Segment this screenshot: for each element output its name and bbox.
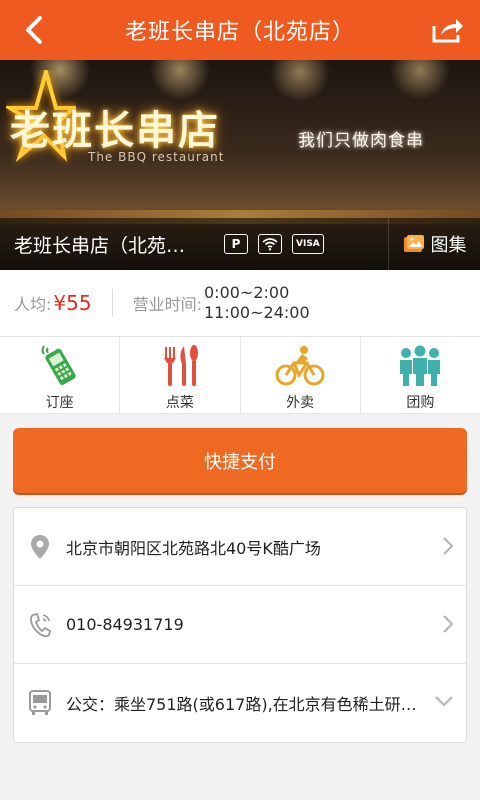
gallery-button[interactable]: 图集 — [388, 218, 480, 270]
page-title: 老班长串店（北苑店） — [124, 20, 355, 45]
sign-slogan-text: 我们只做肉食串 — [298, 131, 424, 151]
reserve-label: 订座 — [45, 395, 74, 411]
hours-line-1: 0:00~2:00 — [204, 283, 290, 302]
sign-main-text: 老班长串店 — [10, 107, 220, 154]
chevron-right-icon — [443, 537, 454, 555]
share-icon — [432, 19, 463, 43]
group-buy-button[interactable]: 团购 — [361, 337, 480, 413]
store-details-card: 北京市朝阳区北苑路北40号K酷广场 010-84931719 公交：乘坐751路… — [13, 507, 467, 743]
order-menu-label: 点菜 — [165, 395, 194, 411]
avg-price-label: 人均: — [14, 295, 52, 314]
amenity-badges: P VISA — [224, 234, 324, 254]
parking-icon: P — [224, 234, 248, 254]
top-bar: 老班长串店（北苑店） — [0, 0, 480, 60]
share-button[interactable] — [428, 12, 468, 48]
order-menu-button[interactable]: 点菜 — [120, 337, 241, 413]
opening-hours: 0:00~2:00 11:00~24:00 — [204, 283, 310, 323]
address-row[interactable]: 北京市朝阳区北苑路北40号K酷广场 — [14, 508, 466, 586]
photo-gallery-icon — [403, 235, 424, 252]
phone-number: 010-84931719 — [66, 615, 184, 634]
group-icon — [400, 345, 441, 386]
hours-label: 营业时间: — [132, 295, 202, 314]
location-pin-icon — [31, 534, 49, 559]
reserve-button[interactable]: 订座 — [0, 337, 121, 413]
avg-price-value: ¥55 — [53, 291, 92, 315]
hours-line-2: 11:00~24:00 — [204, 303, 310, 322]
bus-route-text: 公交：乘坐751路(或617路),在北京有色稀土研究院站下车 — [66, 695, 422, 714]
chevron-right-icon — [443, 615, 454, 633]
phone-icon — [41, 345, 76, 385]
action-grid: 订座 点菜 外卖 团购 — [0, 336, 480, 414]
wifi-icon — [258, 234, 282, 254]
store-info-bar: 老班长串店（北苑店） P VISA 图集 — [0, 218, 480, 270]
back-button[interactable] — [14, 10, 54, 50]
store-name: 老班长串店（北苑店） — [14, 234, 202, 257]
phone-row[interactable]: 010-84931719 — [14, 586, 466, 664]
bicycle-icon — [275, 346, 325, 386]
gallery-label: 图集 — [430, 235, 467, 256]
chevron-down-icon — [435, 696, 453, 707]
price-hours-row: 人均: ¥55 营业时间: 0:00~2:00 11:00~24:00 — [0, 270, 480, 336]
takeout-label: 外卖 — [286, 395, 315, 411]
visa-icon: VISA — [292, 234, 324, 254]
bus-row[interactable]: 公交：乘坐751路(或617路),在北京有色稀土研究院站下车 — [14, 664, 466, 742]
quick-pay-button[interactable]: 快捷支付 — [13, 428, 467, 493]
divider — [111, 289, 113, 317]
takeout-button[interactable]: 外卖 — [241, 337, 361, 413]
bus-icon — [29, 690, 51, 715]
store-photo[interactable]: 老班长串店 The BBQ restaurant 我们只做肉食串 老班长串店（北… — [0, 60, 480, 270]
chevron-left-icon — [26, 16, 42, 44]
address-text: 北京市朝阳区北苑路北40号K酷广场 — [66, 538, 321, 558]
group-buy-label: 团购 — [406, 395, 435, 411]
telephone-icon — [30, 612, 52, 637]
sign-sub-text: The BBQ restaurant — [88, 150, 225, 164]
cutlery-icon — [163, 345, 198, 386]
